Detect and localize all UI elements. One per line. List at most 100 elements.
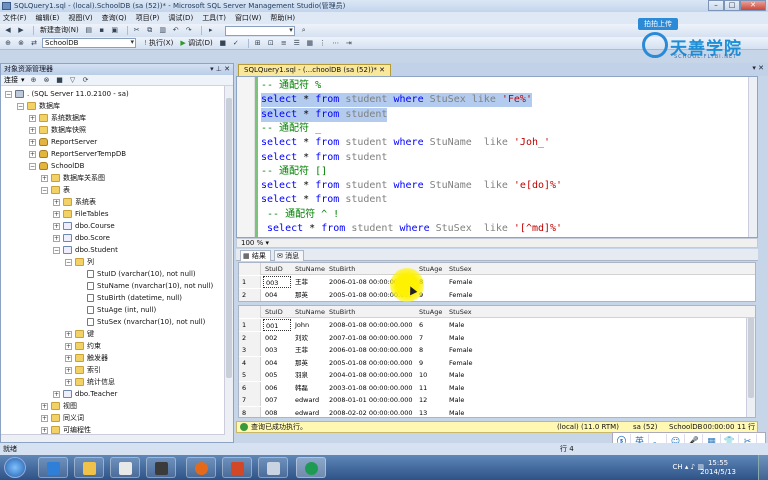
column-header[interactable]: StuName: [293, 306, 325, 318]
column-header[interactable]: StuAge: [417, 306, 445, 318]
close-button[interactable]: ✕: [740, 0, 766, 11]
tree-node[interactable]: + FileTables: [53, 208, 108, 220]
expand-toggle-icon[interactable]: −: [53, 246, 60, 254]
row-number[interactable]: 5: [239, 369, 261, 381]
tree-node[interactable]: + 触发器: [65, 352, 108, 364]
grid-cell[interactable]: 12: [417, 394, 445, 406]
expand-toggle-icon[interactable]: −: [65, 258, 72, 266]
column-header[interactable]: StuBirth: [327, 306, 415, 318]
tree-node[interactable]: + ReportServer: [29, 136, 97, 148]
tree-node[interactable]: − 表: [41, 184, 70, 196]
row-number[interactable]: 1: [239, 276, 261, 288]
menu-item[interactable]: 编辑(E): [36, 13, 60, 23]
grid-cell[interactable]: 2003-01-08 00:00:00.000: [327, 382, 415, 394]
grid-cell[interactable]: 那英: [293, 357, 325, 369]
tree-node[interactable]: StuID (varchar(10), not null): [77, 268, 196, 280]
intellisense-icon[interactable]: ≡: [279, 39, 289, 48]
column-header[interactable]: StuAge: [417, 263, 445, 275]
estimated-plan-icon[interactable]: ⊞: [253, 39, 263, 48]
row-number[interactable]: 6: [239, 381, 261, 394]
taskbar-recorder[interactable]: [146, 457, 176, 478]
results-to-text-icon[interactable]: ☰: [292, 39, 302, 48]
result-grid-2[interactable]: StuID StuName StuBirth StuAge StuSex 1 001 John…: [238, 305, 756, 418]
expand-toggle-icon[interactable]: −: [29, 162, 36, 170]
grid-cell[interactable]: 2007-01-08 00:00:00.000: [327, 332, 415, 344]
oe-disconnect-icon[interactable]: ⊗: [42, 76, 52, 85]
tree-node[interactable]: StuBirth (datetime, null): [77, 292, 182, 304]
grid-cell[interactable]: 007: [263, 394, 291, 406]
connect-chevron-down-icon[interactable]: ▾: [21, 76, 25, 84]
grid-cell[interactable]: edward: [293, 394, 325, 406]
table-row[interactable]: 7 007 edward 2008-01-01 00:00:00.000 12 Male: [239, 394, 755, 406]
database-select[interactable]: SchoolDB: [42, 38, 136, 48]
taskbar-powerpoint[interactable]: [222, 457, 252, 478]
expand-toggle-icon[interactable]: +: [29, 138, 36, 146]
grid-cell[interactable]: Female: [447, 357, 487, 369]
taskbar-ie[interactable]: [38, 457, 68, 478]
menu-item[interactable]: 项目(P): [136, 13, 160, 23]
query-designer-icon[interactable]: ⊡: [266, 39, 276, 48]
grid-cell[interactable]: 003: [263, 276, 291, 288]
expand-toggle-icon[interactable]: +: [29, 126, 36, 134]
grid-cell[interactable]: 2008-01-08 00:00:00.000: [327, 319, 415, 331]
connect-dropdown[interactable]: 连接: [4, 75, 18, 85]
grid-cell[interactable]: 王菲: [293, 344, 325, 356]
expand-toggle-icon[interactable]: +: [53, 390, 60, 398]
panel-pin-close[interactable]: ▾ ⊥ ✕: [210, 64, 230, 75]
comment-icon[interactable]: ⋮: [318, 39, 328, 48]
copy-icon[interactable]: ⧉: [145, 26, 155, 35]
grid-cell[interactable]: Female: [447, 289, 487, 301]
grid-cell[interactable]: 8: [417, 344, 445, 356]
tree-node[interactable]: StuAge (int, null): [77, 304, 156, 316]
oe-stop-icon[interactable]: ■: [55, 76, 65, 85]
row-number[interactable]: 7: [239, 394, 261, 406]
debug-button[interactable]: ▶ 调试(D): [178, 39, 214, 48]
grid-cell[interactable]: Male: [447, 332, 487, 344]
grid-cell[interactable]: 005: [263, 369, 291, 381]
grid-cell[interactable]: 韩磊: [293, 382, 325, 394]
tab-overflow-icon[interactable]: ▾ ✕: [752, 64, 764, 72]
expand-toggle-icon[interactable]: +: [41, 414, 48, 422]
grid-cell[interactable]: Male: [447, 369, 487, 381]
disconnect-icon[interactable]: ⊗: [16, 39, 26, 48]
cancel-query-icon[interactable]: ■: [218, 39, 228, 48]
sql-editor[interactable]: -- 通配符 % select * from student where StuS…: [236, 76, 758, 238]
tree-node[interactable]: − 列: [65, 256, 94, 268]
taskbar-camtasia[interactable]: [296, 457, 326, 478]
change-connection-icon[interactable]: ⇄: [29, 39, 39, 48]
lang-indicator[interactable]: CH: [673, 463, 683, 471]
tree-node[interactable]: + ReportServerTempDB: [29, 148, 126, 160]
start-debug-icon[interactable]: ▸: [206, 26, 216, 35]
expand-toggle-icon[interactable]: −: [17, 102, 24, 110]
grid-cell[interactable]: 008: [263, 407, 291, 418]
expand-toggle-icon[interactable]: +: [53, 210, 60, 218]
row-number[interactable]: 8: [239, 406, 261, 417]
uncomment-icon[interactable]: ⋯: [331, 39, 341, 48]
menu-item[interactable]: 工具(T): [202, 13, 226, 23]
expand-toggle-icon[interactable]: +: [65, 366, 72, 374]
menu-item[interactable]: 窗口(W): [235, 13, 261, 23]
expand-toggle-icon[interactable]: +: [53, 198, 60, 206]
expand-toggle-icon[interactable]: +: [53, 222, 60, 230]
expand-toggle-icon[interactable]: +: [53, 234, 60, 242]
tree-node[interactable]: − SchoolDB: [29, 160, 84, 172]
grid-cell[interactable]: 11: [417, 382, 445, 394]
row-number[interactable]: 4: [239, 356, 261, 369]
tree-node[interactable]: + dbo.Course: [53, 220, 115, 232]
save-icon[interactable]: ▪: [97, 26, 107, 35]
grid-cell[interactable]: 004: [263, 289, 291, 301]
grid-cell[interactable]: 2008-01-01 00:00:00.000: [327, 394, 415, 406]
new-query-button[interactable]: 新建查询(N): [38, 26, 81, 35]
expand-toggle-icon[interactable]: +: [65, 330, 72, 338]
grid-cell[interactable]: Male: [447, 319, 487, 331]
editor-vertical-scrollbar[interactable]: [748, 77, 757, 237]
cut-icon[interactable]: ✂: [132, 26, 142, 35]
grid-cell[interactable]: 10: [417, 369, 445, 381]
tree-node[interactable]: − . (SQL Server 11.0.2100 - sa): [5, 88, 129, 100]
tree-node[interactable]: + dbo.Teacher: [53, 388, 117, 400]
table-row[interactable]: 3 003 王菲 2006-01-08 00:00:00.000 8 Female: [239, 344, 755, 356]
forward-icon[interactable]: ▶: [16, 26, 26, 35]
expand-toggle-icon[interactable]: +: [65, 342, 72, 350]
tree-node[interactable]: + 索引: [65, 364, 101, 376]
solution-config-combo[interactable]: [224, 25, 295, 36]
